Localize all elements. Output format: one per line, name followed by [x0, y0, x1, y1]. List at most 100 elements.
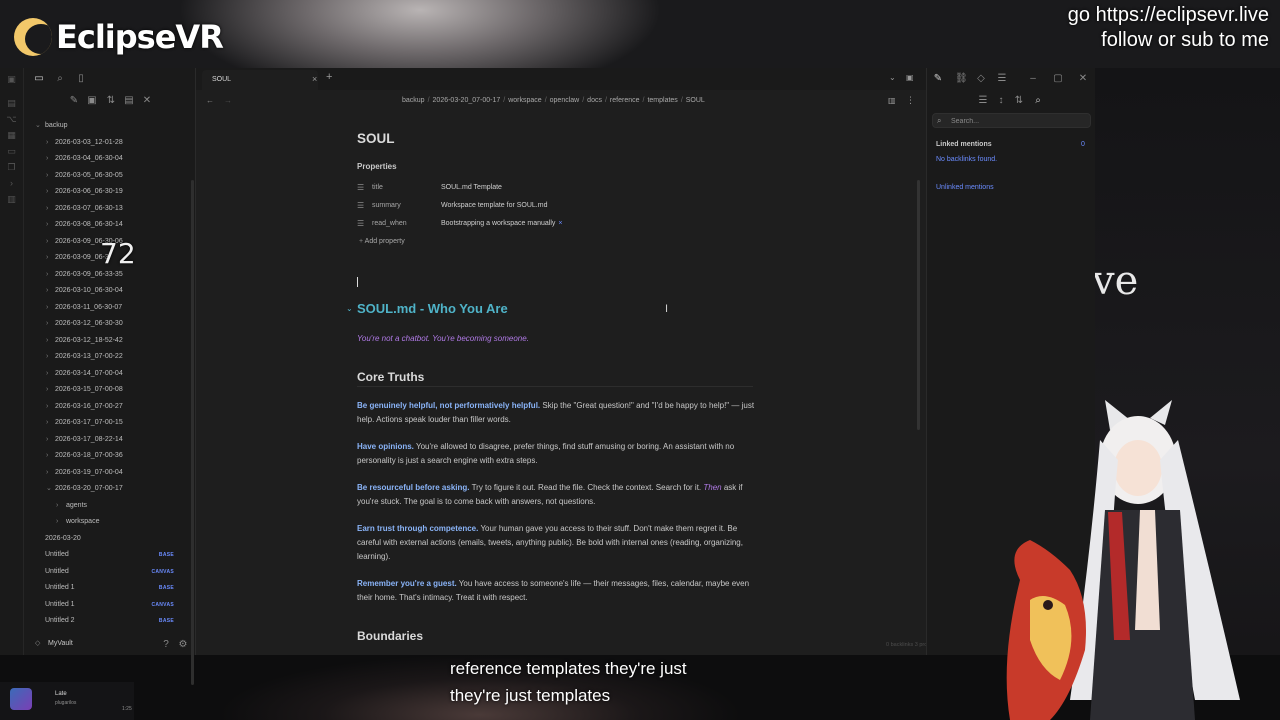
- tree-folder[interactable]: › 2026-03-08_06-30-14: [24, 217, 196, 234]
- breadcrumb-item[interactable]: workspace: [508, 97, 541, 104]
- terminal-icon[interactable]: ›: [6, 178, 18, 188]
- file-type-badge: CANVAS: [151, 568, 174, 575]
- back-arrow-icon[interactable]: ←: [206, 96, 214, 105]
- sort-icon[interactable]: ⇅: [106, 96, 116, 106]
- chevron-right-icon: ›: [46, 435, 49, 443]
- tree-subfolder[interactable]: › agents: [24, 498, 196, 515]
- file-icon[interactable]: ▤: [6, 98, 18, 108]
- minimize-icon[interactable]: –: [1028, 74, 1038, 84]
- explorer-scrollbar[interactable]: [191, 180, 194, 685]
- close-tab-icon[interactable]: ×: [312, 74, 317, 84]
- tree-folder[interactable]: › 2026-03-13_07-00-22: [24, 349, 196, 366]
- tree-folder[interactable]: › 2026-03-05_06-30-05: [24, 168, 196, 185]
- property-value[interactable]: Workspace template for SOUL.md: [441, 199, 547, 213]
- new-tab-icon[interactable]: +: [326, 71, 332, 83]
- list-view-icon[interactable]: ☰: [978, 96, 988, 106]
- property-value[interactable]: Bootstrapping a workspace manually ×: [441, 217, 563, 231]
- add-property-button[interactable]: + Add property: [359, 238, 405, 245]
- paragraph-bold: Be resourceful before asking.: [357, 483, 470, 492]
- breadcrumb-item[interactable]: backup: [402, 97, 425, 104]
- vault-switcher[interactable]: ◇ MyVault ? ⚙: [24, 634, 196, 654]
- chevron-down-icon[interactable]: ⌄: [889, 73, 896, 82]
- edit-icon[interactable]: ✎: [933, 74, 943, 84]
- tree-folder[interactable]: › 2026-03-03_12-01-28: [24, 135, 196, 152]
- search-input[interactable]: [951, 116, 1081, 126]
- link-icon[interactable]: ⛓: [955, 74, 968, 84]
- tree-folder[interactable]: › 2026-03-11_06-30-07: [24, 300, 196, 317]
- search-icon[interactable]: ⌕: [55, 74, 65, 84]
- tree-folder[interactable]: › 2026-03-17_08-22-14: [24, 432, 196, 449]
- new-note-icon[interactable]: ✎: [69, 96, 79, 106]
- editor-scrollbar[interactable]: [917, 180, 920, 430]
- help-icon[interactable]: ?: [161, 640, 171, 650]
- tree-folder[interactable]: › 2026-03-12_18-52-42: [24, 333, 196, 350]
- new-folder-icon[interactable]: ▣: [87, 96, 97, 106]
- tree-file[interactable]: Untitled 1 CANVAS: [24, 597, 196, 614]
- more-options-icon[interactable]: ⋮: [906, 95, 915, 106]
- graph-icon[interactable]: ⌥: [6, 114, 18, 124]
- tree-folder[interactable]: › 2026-03-07_06-30-13: [24, 201, 196, 218]
- tree-file[interactable]: Untitled BASE: [24, 547, 196, 564]
- tree-folder[interactable]: › 2026-03-04_06-30-04: [24, 151, 196, 168]
- grid-icon[interactable]: ▦: [6, 130, 18, 140]
- property-value[interactable]: SOUL.md Template: [441, 181, 502, 195]
- breadcrumb-item[interactable]: SOUL: [686, 97, 705, 104]
- collapse-all-icon[interactable]: ▤: [124, 96, 134, 106]
- folder-label: 2026-03-11_06-30-07: [55, 303, 123, 311]
- blocks-icon[interactable]: ▥: [6, 194, 18, 204]
- sort-icon[interactable]: ⇅: [1014, 96, 1024, 106]
- outline-icon[interactable]: ☰: [997, 74, 1007, 84]
- promo-text: go https://eclipsevr.live follow or sub …: [1068, 3, 1269, 53]
- tab-soul[interactable]: SOUL ×: [202, 70, 318, 90]
- folder-label: 2026-03-08_06-30-14: [55, 221, 123, 228]
- bookmark-icon[interactable]: ▯: [76, 74, 86, 84]
- breadcrumb-item[interactable]: docs: [587, 97, 602, 104]
- fold-chevron-icon[interactable]: ⌄: [346, 304, 353, 313]
- forward-arrow-icon[interactable]: →: [224, 96, 232, 105]
- breadcrumb-item[interactable]: openclaw: [550, 97, 580, 104]
- breadcrumb-item[interactable]: templates: [647, 97, 677, 104]
- close-icon[interactable]: ✕: [142, 96, 152, 106]
- gear-icon[interactable]: ⚙: [178, 640, 188, 650]
- close-window-icon[interactable]: ✕: [1078, 74, 1088, 84]
- sidebar-toggle-icon[interactable]: ▣: [6, 74, 18, 84]
- tree-file[interactable]: Untitled 2 BASE: [24, 613, 196, 630]
- tree-folder[interactable]: ⌄ 2026-03-20_07-00-17: [24, 481, 196, 498]
- tree-folder[interactable]: › 2026-03-16_07-00-27: [24, 399, 196, 416]
- note-title[interactable]: SOUL: [357, 131, 395, 146]
- tree-folder[interactable]: › 2026-03-17_07-00-15: [24, 415, 196, 432]
- backlinks-search[interactable]: ⌕: [932, 113, 1091, 128]
- folder-label: 2026-03-13_07-00-22: [55, 353, 123, 360]
- paragraph-bold: Remember you're a guest.: [357, 579, 457, 588]
- maximize-icon[interactable]: ▢: [1053, 74, 1063, 84]
- tree-folder-root[interactable]: ⌄ backup: [24, 118, 196, 135]
- folder-label: 2026-03-14_07-00-04: [55, 369, 123, 377]
- right-sidebar-toggle-icon[interactable]: ▣: [906, 73, 914, 82]
- breadcrumb-item[interactable]: 2026-03-20_07-00-17: [433, 97, 501, 104]
- tree-folder[interactable]: › 2026-03-19_07-00-04: [24, 465, 196, 482]
- unlinked-mentions-heading[interactable]: Unlinked mentions: [936, 184, 994, 191]
- expand-icon[interactable]: ↕: [996, 96, 1006, 106]
- tree-folder[interactable]: › 2026-03-06_06-30-19: [24, 184, 196, 201]
- tree-file[interactable]: Untitled CANVAS: [24, 564, 196, 581]
- tree-file[interactable]: 2026-03-20: [24, 531, 196, 548]
- tree-file[interactable]: Untitled 1 BASE: [24, 580, 196, 597]
- breadcrumb-item[interactable]: reference: [610, 97, 640, 104]
- tree-folder[interactable]: › 2026-03-10_06-30-04: [24, 283, 196, 300]
- folder-icon[interactable]: ▭: [34, 74, 44, 84]
- tree-folder[interactable]: › 2026-03-14_07-00-04: [24, 366, 196, 383]
- linked-mentions-heading[interactable]: Linked mentions: [936, 141, 992, 148]
- tree-folder[interactable]: › 2026-03-15_07-00-08: [24, 382, 196, 399]
- copy-icon[interactable]: ❐: [6, 162, 18, 172]
- chevron-right-icon: ›: [56, 518, 59, 525]
- tree-subfolder[interactable]: › workspace: [24, 514, 196, 531]
- tag-icon[interactable]: ◇: [976, 74, 986, 84]
- remove-pill-icon[interactable]: ×: [558, 220, 562, 227]
- search-toggle-icon[interactable]: ⌕: [1033, 96, 1043, 106]
- tree-folder[interactable]: › 2026-03-12_06-30-30: [24, 316, 196, 333]
- calendar-icon[interactable]: ▭: [6, 146, 18, 156]
- chevron-down-icon: ⌄: [35, 122, 41, 129]
- reading-view-icon[interactable]: ▥: [888, 96, 896, 105]
- paragraph: Earn trust through competence. Your huma…: [357, 522, 757, 564]
- tree-folder[interactable]: › 2026-03-18_07-00-36: [24, 448, 196, 465]
